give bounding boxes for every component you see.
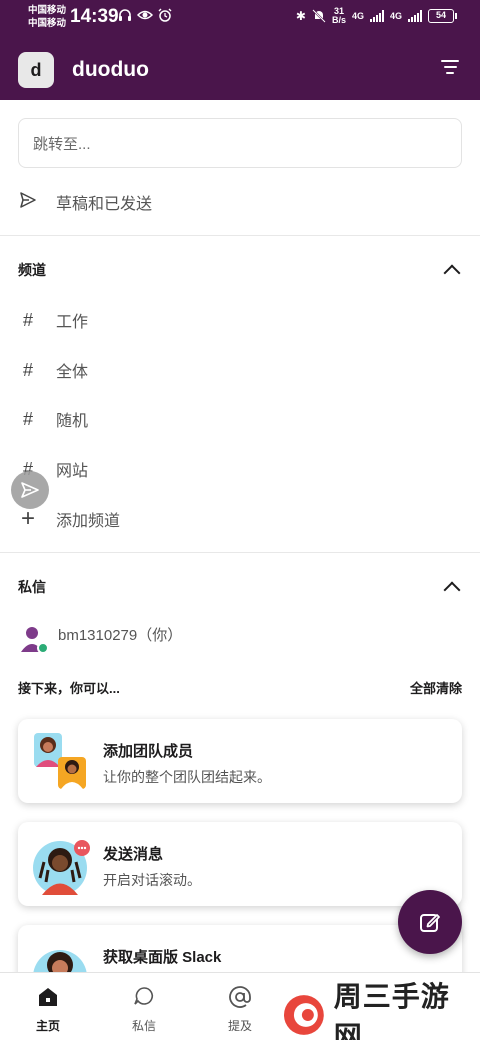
hash-icon: #: [22, 408, 33, 429]
dms-title: 私信: [18, 579, 46, 595]
divider: [0, 552, 480, 553]
tab-home[interactable]: 主页: [0, 973, 96, 1040]
send-message-card[interactable]: 发送消息 开启对话滚动。: [18, 822, 462, 906]
carrier-label-2: 中国移动: [28, 18, 67, 29]
alarm-icon: [158, 8, 172, 22]
watermark: 周三手游网: [282, 981, 478, 1040]
add-channel-label: 添加频道: [56, 513, 121, 530]
compose-button[interactable]: [398, 890, 462, 954]
carrier-info: 中国移动 中国移动: [28, 4, 66, 30]
bluetooth-icon: ✱: [295, 9, 306, 23]
at-sign-icon: [229, 986, 251, 1008]
network-type-1: 4G: [351, 10, 364, 21]
plus-icon: +: [20, 505, 35, 532]
add-channel-item[interactable]: + 添加频道: [0, 497, 480, 541]
chevron-up-icon[interactable]: [443, 264, 461, 281]
drafts-label: 草稿和已发送: [56, 196, 153, 213]
compose-icon: [420, 914, 440, 932]
card-title: 发送消息: [103, 846, 164, 863]
carrier-label-1: 中国移动: [28, 5, 67, 16]
status-right: ✱ 31 B/s 4G 4G 54: [295, 7, 457, 25]
watermark-text: 周三手游网: [333, 981, 450, 1040]
channel-item[interactable]: # 工作: [0, 298, 480, 342]
workspace-avatar[interactable]: d: [18, 52, 54, 88]
watermark-logo-icon: [283, 995, 324, 1035]
tab-label: 主页: [35, 1019, 60, 1033]
chevron-up-icon[interactable]: [443, 581, 461, 598]
channel-item[interactable]: # 网站: [0, 447, 480, 491]
tab-label: 提及: [227, 1019, 252, 1033]
channel-label: 随机: [56, 413, 89, 430]
status-icons: [118, 8, 172, 22]
workspace-name[interactable]: duoduo: [72, 58, 149, 82]
search-placeholder: 跳转至...: [33, 135, 91, 153]
avatar: [18, 622, 50, 654]
team-members-illustration: [34, 733, 86, 789]
tab-dms[interactable]: 私信: [96, 973, 192, 1040]
send-icon: [0, 191, 56, 214]
net-speed-unit: B/s: [331, 15, 346, 25]
channels-title: 频道: [18, 262, 46, 278]
dm-bubble-icon: [134, 987, 153, 1005]
app-header: d duoduo: [0, 36, 480, 100]
tab-mentions[interactable]: 提及: [192, 973, 288, 1040]
net-speed: 31 B/s: [332, 7, 346, 25]
home-icon: [39, 988, 57, 1006]
next-steps-header: 接下来，你可以... 全部清除: [18, 678, 462, 697]
battery-icon: 54: [428, 9, 457, 23]
dm-label: bm1310279（你）: [58, 627, 183, 644]
signal-icon: [408, 10, 422, 22]
channel-item[interactable]: # 全体: [0, 348, 480, 392]
channel-label: 网站: [56, 463, 89, 480]
card-subtitle: 让你的整个团队团结起来。: [103, 769, 271, 785]
signal-icon: [369, 10, 384, 22]
channel-label: 全体: [56, 364, 89, 381]
channels-section-header[interactable]: 频道: [18, 258, 462, 282]
jump-to-search[interactable]: 跳转至...: [18, 118, 462, 168]
eye-icon: [137, 10, 153, 20]
tab-label: 私信: [131, 1019, 156, 1033]
add-team-members-card[interactable]: 添加团队成员 让你的整个团队团结起来。: [18, 719, 462, 803]
filter-icon[interactable]: [438, 60, 462, 80]
headphones-icon: [119, 9, 131, 21]
send-icon: [21, 482, 39, 498]
clock: 14:39: [70, 6, 119, 27]
card-title: 添加团队成员: [103, 743, 194, 760]
send-message-illustration: [33, 840, 90, 895]
card-title: 获取桌面版 Slack: [103, 949, 222, 966]
mute-bell-icon: [312, 9, 326, 23]
next-steps-title: 接下来，你可以...: [18, 681, 120, 696]
hash-icon: #: [22, 309, 33, 330]
drafts-and-sent-item[interactable]: 草稿和已发送: [0, 180, 480, 224]
card-subtitle: 开启对话滚动。: [103, 872, 201, 888]
hash-icon: #: [22, 359, 33, 380]
network-type-2: 4G: [389, 10, 402, 21]
clear-all-button[interactable]: 全部清除: [410, 678, 462, 697]
channel-item[interactable]: # 随机: [0, 397, 480, 441]
floating-share-button[interactable]: [11, 471, 49, 509]
status-bar: 中国移动 中国移动 14:39 ✱ 31 B/s 4G 4G 54: [0, 0, 480, 36]
dms-section-header[interactable]: 私信: [18, 575, 462, 599]
channel-label: 工作: [56, 314, 89, 331]
divider: [0, 235, 480, 236]
